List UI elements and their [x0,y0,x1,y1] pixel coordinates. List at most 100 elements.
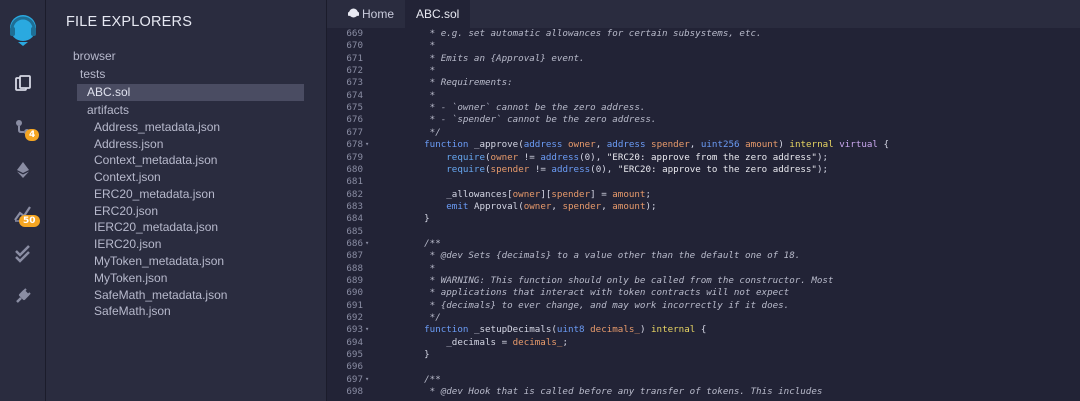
code-line: 684 } [327,213,1080,225]
code-line: 692 */ [327,312,1080,324]
line-text: function _approve(address owner, address… [424,139,890,151]
code-line: 672 * [327,65,1080,77]
line-number: 681 [346,176,363,188]
tab-abc-sol-label: ABC.sol [416,7,460,21]
fold-arrow-icon[interactable]: ▾ [365,375,369,383]
line-number: 696 [346,361,363,373]
code-line: 698 * @dev Hook that is called before an… [327,386,1080,398]
line-number: 691 [346,299,363,311]
line-number: 680 [346,163,363,175]
line-number: 683 [346,200,363,212]
line-text: require(spender != address(0), "ERC20: a… [446,163,829,175]
line-text: * [402,262,436,274]
deploy-icon[interactable] [0,160,46,180]
tree-file[interactable]: Address_metadata.json [94,119,220,136]
fold-arrow-icon[interactable]: ▾ [365,325,369,333]
line-number: 686 [346,237,363,249]
line-number: 675 [346,102,363,114]
tree-file[interactable]: MyToken_metadata.json [94,253,224,270]
line-number: 673 [346,77,363,89]
tree-folder-artifacts[interactable]: artifacts [87,102,129,119]
code-line: 680 require(spender != address(0), "ERC2… [327,164,1080,176]
code-line: 687 * @dev Sets {decimals} to a value ot… [327,250,1080,262]
line-number: 684 [346,213,363,225]
plugin-icon[interactable] [0,286,46,306]
line-text: * Requirements: [402,77,513,89]
code-line: 685 [327,226,1080,238]
code-line: 675 * - `owner` cannot be the zero addre… [327,102,1080,114]
line-number: 689 [346,275,363,286]
tree-file[interactable]: IERC20_metadata.json [94,219,218,236]
line-number: 688 [346,262,363,274]
check-icon[interactable] [0,243,46,263]
icon-rail: 4 50 [0,0,46,401]
line-number: 692 [346,312,363,324]
code-line: 676 * - `spender` cannot be the zero add… [327,114,1080,126]
tree-file[interactable]: ERC20_metadata.json [94,186,215,203]
remix-home-icon [348,1,359,29]
line-text: /** [402,373,441,385]
code-line: 671 * Emits an {Approval} event. [327,53,1080,65]
line-text: } [402,349,430,361]
code-line: 673 * Requirements: [327,77,1080,89]
line-text: * @dev Hook that is called before any tr… [402,386,823,398]
code-line: 670 * [327,40,1080,52]
code-line: 686 ▾ /** [327,238,1080,250]
line-number: 698 [346,386,363,398]
remix-logo-icon[interactable] [0,12,46,48]
line-number: 671 [346,52,363,64]
line-number: 697 [346,373,363,385]
line-number: 693 [346,324,363,336]
line-number: 670 [346,40,363,52]
fold-arrow-icon[interactable]: ▾ [365,239,369,247]
tree-folder-browser[interactable]: browser [73,48,116,65]
tree-file[interactable]: Address.json [94,136,163,153]
line-text: * {decimals} to ever change, and may wor… [402,299,790,311]
code-line: 696 [327,361,1080,373]
code-line: 690 * applications that interact with to… [327,287,1080,299]
line-text: * applications that interact with token … [402,287,790,299]
code-line: 688 * [327,263,1080,275]
editor-panel: Home ABC.sol 669 * e.g. set automatic al… [327,0,1080,401]
line-text: * - `owner` cannot be the zero address. [402,102,646,114]
code-line: 674 * [327,90,1080,102]
code-line: 681 [327,176,1080,188]
line-number: 677 [346,126,363,138]
explorer-title: FILE EXPLORERS [66,14,193,30]
tree-file[interactable]: SafeMath_metadata.json [94,287,227,304]
line-text: * Emits an {Approval} event. [402,52,585,64]
code-line: 691 * {decimals} to ever change, and may… [327,300,1080,312]
tree-file[interactable]: Context_metadata.json [94,152,217,169]
code-editor[interactable]: 669 * e.g. set automatic allowances for … [327,28,1080,401]
line-number: 685 [346,225,363,237]
line-number: 669 [346,28,363,39]
code-line: 677 */ [327,127,1080,139]
line-number: 687 [346,250,363,262]
git-icon[interactable] [0,118,46,138]
code-line: 669 * e.g. set automatic allowances for … [327,28,1080,40]
line-text: function _setupDecimals(uint8 decimals_)… [424,324,707,336]
line-text: /** [402,237,441,249]
line-number: 678 [346,139,363,151]
line-number: 695 [346,349,363,361]
line-number: 682 [346,188,363,200]
line-number: 694 [346,336,363,348]
tree-file-abc-sol[interactable]: ABC.sol [77,84,304,101]
tree-file[interactable]: ERC20.json [94,203,158,220]
fold-arrow-icon[interactable]: ▾ [365,140,369,148]
files-icon[interactable] [0,74,46,94]
tab-home[interactable]: Home [342,0,400,28]
tree-folder-tests[interactable]: tests [80,66,105,83]
line-text: * e.g. set automatic allowances for cert… [402,28,762,39]
line-number: 676 [346,114,363,126]
tree-file[interactable]: MyToken.json [94,270,167,287]
code-line: 679 require(owner != address(0), "ERC20:… [327,152,1080,164]
code-line: 695 } [327,349,1080,361]
tree-file[interactable]: Context.json [94,169,161,186]
tree-file[interactable]: SafeMath.json [94,303,171,320]
tab-bar: Home ABC.sol [327,0,1080,28]
tab-abc-sol[interactable]: ABC.sol [405,0,471,28]
tree-file[interactable]: IERC20.json [94,236,161,253]
line-text: */ [402,126,441,138]
line-number: 690 [346,287,363,299]
